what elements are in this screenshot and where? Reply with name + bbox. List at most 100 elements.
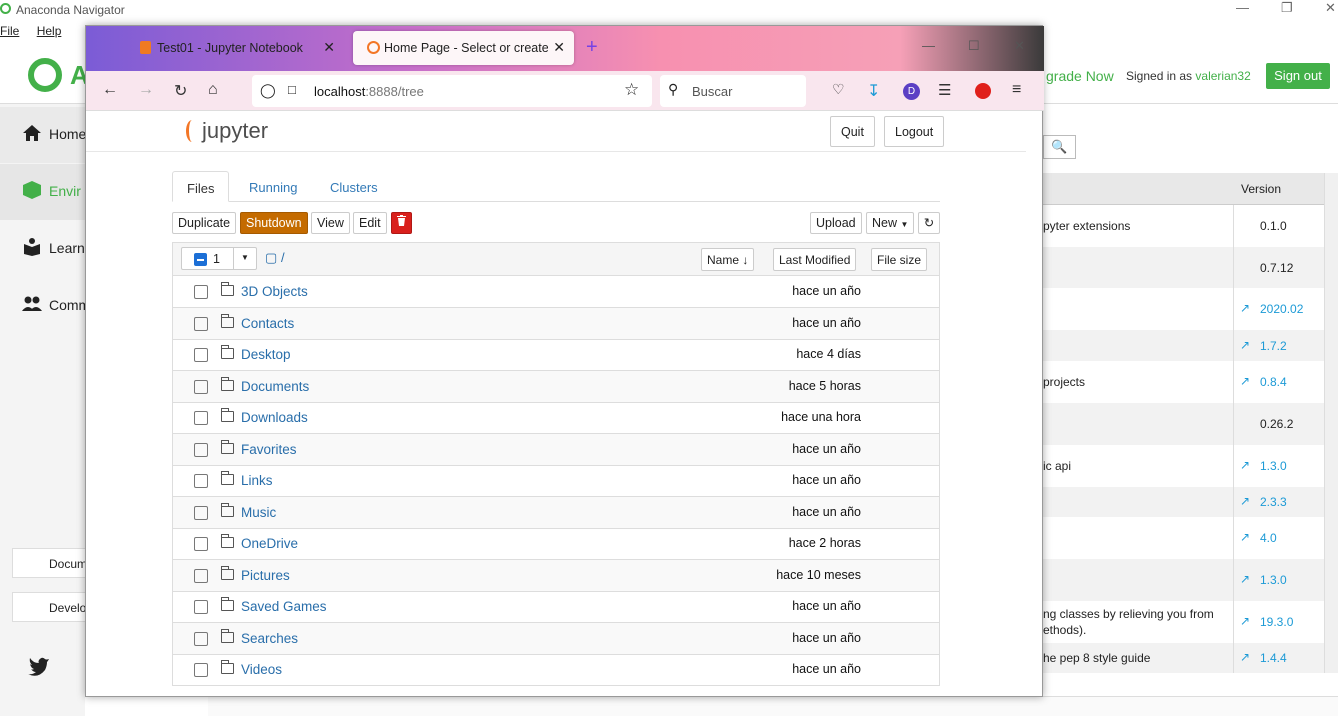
jupyter-logo[interactable]: jupyter bbox=[186, 118, 268, 144]
duplicate-button[interactable]: Duplicate bbox=[172, 212, 237, 234]
reload-icon[interactable]: ↻ bbox=[174, 81, 187, 101]
search-box[interactable]: ⚲ Buscar bbox=[660, 75, 806, 107]
package-row[interactable]: ↗ 2.3.3 bbox=[1043, 487, 1325, 517]
select-all-checkbox[interactable] bbox=[194, 253, 207, 266]
edit-button[interactable]: Edit bbox=[353, 212, 387, 234]
package-row[interactable]: ic api ↗ 1.3.0 bbox=[1043, 445, 1325, 487]
row-checkbox[interactable] bbox=[194, 442, 208, 457]
row-checkbox[interactable] bbox=[194, 348, 208, 362]
row-checkbox[interactable] bbox=[194, 316, 208, 331]
upgrade-arrow-icon[interactable]: ↗ bbox=[1240, 650, 1250, 664]
package-row[interactable]: ↗ 4.0 bbox=[1043, 517, 1325, 559]
package-row[interactable]: ↗ 1.7.2 bbox=[1043, 330, 1325, 361]
restore-icon[interactable]: ❐ bbox=[1281, 0, 1293, 16]
file-row[interactable]: Searches hace un año bbox=[172, 622, 940, 655]
profile-avatar[interactable]: D bbox=[903, 83, 920, 100]
package-row[interactable]: 0.7.12 bbox=[1043, 247, 1325, 288]
row-checkbox[interactable] bbox=[194, 537, 208, 551]
upload-button[interactable]: Upload bbox=[810, 212, 862, 234]
nav-environments[interactable]: Envir bbox=[0, 164, 85, 220]
file-name-link[interactable]: Music bbox=[241, 505, 276, 520]
close-tab-icon[interactable]: ✕ bbox=[323, 39, 335, 56]
file-row[interactable]: Downloads hace una hora bbox=[172, 402, 940, 434]
quit-button[interactable]: Quit bbox=[830, 116, 875, 147]
file-row[interactable]: OneDrive hace 2 horas bbox=[172, 528, 940, 560]
file-name-link[interactable]: Desktop bbox=[241, 347, 291, 362]
row-checkbox[interactable] bbox=[194, 600, 208, 614]
developer-blog-button[interactable]: Develo bbox=[12, 592, 87, 622]
minimize-icon[interactable]: — bbox=[1236, 0, 1249, 15]
menu-file[interactable]: File bbox=[0, 24, 19, 38]
package-row[interactable]: 0.26.2 bbox=[1043, 403, 1325, 445]
file-row[interactable]: Favorites hace un año bbox=[172, 433, 940, 466]
file-name-link[interactable]: OneDrive bbox=[241, 536, 298, 551]
sign-out-button[interactable]: Sign out bbox=[1266, 63, 1330, 89]
file-name-link[interactable]: Searches bbox=[241, 631, 298, 646]
file-row[interactable]: Contacts hace un año bbox=[172, 307, 940, 340]
nav-learning[interactable]: Learn bbox=[0, 221, 85, 277]
upgrade-arrow-icon[interactable]: ↗ bbox=[1240, 614, 1250, 628]
menu-help[interactable]: Help bbox=[37, 24, 62, 38]
documentation-button[interactable]: Docum bbox=[12, 548, 87, 578]
file-row[interactable]: Pictures hace 10 meses bbox=[172, 559, 940, 592]
file-row[interactable]: 3D Objects hace un año bbox=[172, 276, 940, 308]
package-row[interactable]: ↗ 2020.02 bbox=[1043, 288, 1325, 330]
package-row[interactable]: ↗ 1.3.0 bbox=[1043, 559, 1325, 601]
adblock-icon[interactable] bbox=[975, 83, 991, 99]
tab-home-page[interactable]: Home Page - Select or create a ✕ bbox=[353, 31, 574, 65]
tab-running[interactable]: Running bbox=[235, 171, 311, 202]
file-name-link[interactable]: Pictures bbox=[241, 568, 290, 583]
refresh-icon[interactable]: ↻ bbox=[918, 212, 940, 234]
new-dropdown-button[interactable]: New ▼ bbox=[866, 212, 915, 234]
search-icon[interactable]: 🔍 bbox=[1043, 135, 1076, 159]
file-row[interactable]: Saved Games hace un año bbox=[172, 591, 940, 623]
file-row[interactable]: Desktop hace 4 días bbox=[172, 339, 940, 371]
tab-test01[interactable]: Test01 - Jupyter Notebook ✕ bbox=[126, 31, 344, 65]
row-checkbox[interactable] bbox=[194, 411, 208, 425]
view-button[interactable]: View bbox=[311, 212, 350, 234]
logout-button[interactable]: Logout bbox=[884, 116, 945, 147]
twitter-icon[interactable] bbox=[28, 656, 50, 676]
row-checkbox[interactable] bbox=[194, 474, 208, 488]
nav-home[interactable]: Home bbox=[0, 107, 86, 163]
select-all-dropdown[interactable]: 1 ▼ bbox=[181, 247, 257, 270]
nav-community[interactable]: Comm bbox=[0, 278, 90, 334]
file-row[interactable]: Videos hace un año bbox=[172, 654, 940, 686]
menu-hamburger-icon[interactable]: ≡ bbox=[1012, 81, 1021, 99]
file-row[interactable]: Music hace un año bbox=[172, 496, 940, 529]
file-name-link[interactable]: Contacts bbox=[241, 316, 294, 331]
row-checkbox[interactable] bbox=[194, 285, 208, 299]
back-icon[interactable]: ← bbox=[102, 81, 118, 99]
upgrade-arrow-icon[interactable]: ↗ bbox=[1240, 530, 1250, 544]
file-row[interactable]: Links hace un año bbox=[172, 465, 940, 497]
library-icon[interactable]: ☰ bbox=[938, 81, 951, 99]
upgrade-arrow-icon[interactable]: ↗ bbox=[1240, 572, 1250, 586]
sort-size-button[interactable]: File size bbox=[871, 248, 928, 271]
shutdown-button[interactable]: Shutdown bbox=[240, 212, 308, 234]
bookmark-star-icon[interactable]: ☆ bbox=[624, 80, 639, 100]
close-icon[interactable]: ✕ bbox=[1325, 0, 1336, 16]
file-row[interactable]: Documents hace 5 horas bbox=[172, 370, 940, 403]
tab-files[interactable]: Files bbox=[172, 171, 230, 202]
folder-icon[interactable]: ▢ bbox=[265, 250, 277, 266]
home-icon[interactable]: ⌂ bbox=[208, 81, 218, 99]
file-name-link[interactable]: Favorites bbox=[241, 442, 297, 457]
download-icon[interactable]: ↧ bbox=[867, 81, 880, 101]
maximize-icon[interactable]: ☐ bbox=[968, 38, 980, 54]
forward-icon[interactable]: → bbox=[138, 81, 154, 99]
delete-trash-icon[interactable] bbox=[391, 212, 412, 234]
upgrade-arrow-icon[interactable]: ↗ bbox=[1240, 458, 1250, 472]
packages-scrollbar[interactable] bbox=[1324, 173, 1338, 673]
pocket-icon[interactable]: ♡ bbox=[832, 81, 845, 98]
file-name-link[interactable]: 3D Objects bbox=[241, 284, 308, 299]
file-name-link[interactable]: Links bbox=[241, 473, 273, 488]
version-column-header[interactable]: Version bbox=[1241, 182, 1281, 196]
file-name-link[interactable]: Downloads bbox=[241, 410, 308, 425]
upgrade-now-link[interactable]: grade Now bbox=[1046, 68, 1114, 84]
package-row[interactable]: he pep 8 style guide ↗ 1.4.4 bbox=[1043, 643, 1325, 673]
file-name-link[interactable]: Documents bbox=[241, 379, 309, 394]
package-row[interactable]: pyter extensions 0.1.0 bbox=[1043, 205, 1325, 247]
shield-icon[interactable]: ◯ bbox=[260, 82, 276, 99]
row-checkbox[interactable] bbox=[194, 505, 208, 520]
package-row[interactable]: projects ↗ 0.8.4 bbox=[1043, 361, 1325, 403]
